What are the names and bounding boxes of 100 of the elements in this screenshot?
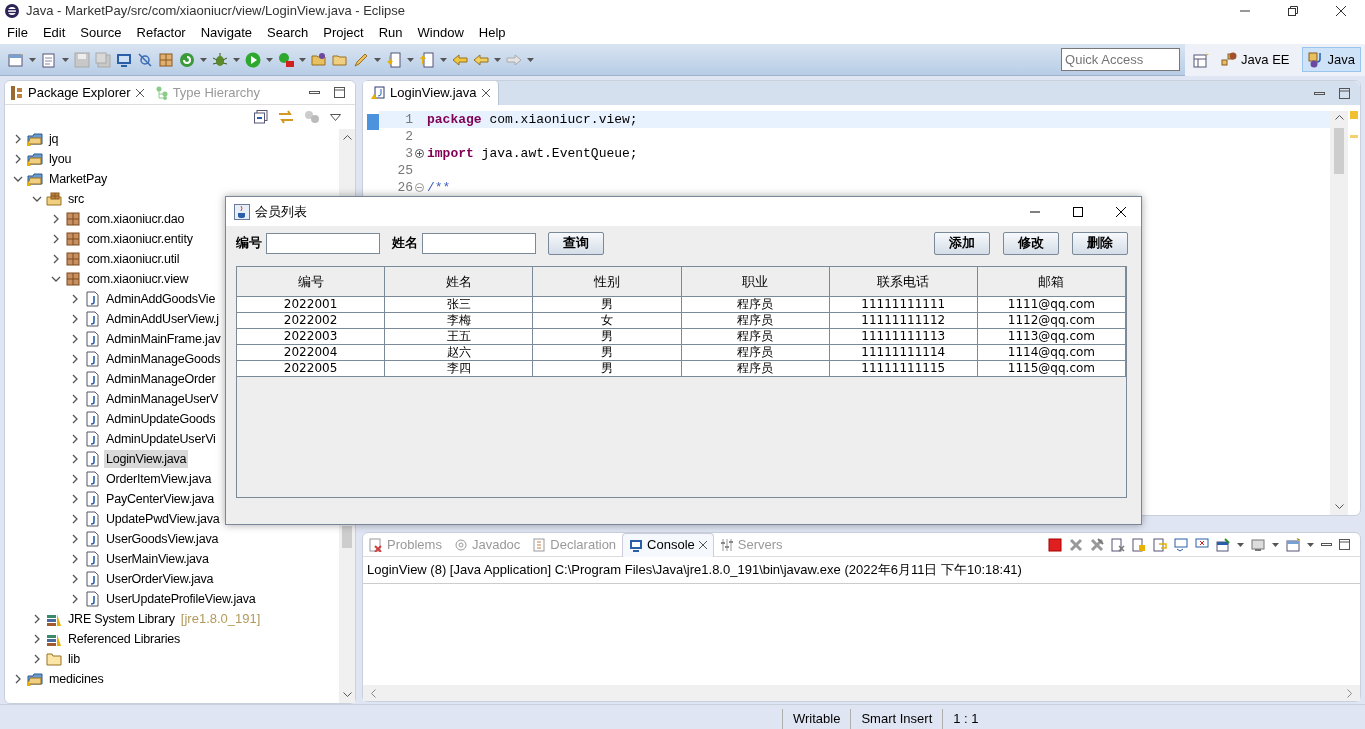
- caret-icon[interactable]: [407, 57, 414, 62]
- expand-icon[interactable]: [70, 474, 80, 484]
- run-icon[interactable]: [245, 51, 261, 68]
- tree-item[interactable]: AdminManageUserV: [104, 389, 221, 409]
- expand-icon[interactable]: [70, 554, 80, 564]
- caret-icon[interactable]: [266, 57, 273, 62]
- expand-icon[interactable]: [70, 434, 80, 444]
- expand-icon[interactable]: [70, 394, 80, 404]
- expand-icon[interactable]: [32, 654, 42, 664]
- scroll-up-icon[interactable]: [342, 135, 352, 140]
- column-header[interactable]: 姓名: [385, 267, 534, 297]
- monitor-icon[interactable]: [116, 51, 132, 68]
- tree-item[interactable]: MarketPay: [47, 169, 109, 189]
- input-field[interactable]: [422, 232, 536, 254]
- terminate-icon[interactable]: [1048, 537, 1062, 552]
- menu-item[interactable]: File: [0, 23, 36, 43]
- caret-icon[interactable]: [1307, 542, 1314, 547]
- caret-icon[interactable]: [299, 57, 306, 62]
- tree-item[interactable]: UserMainView.java: [104, 549, 211, 569]
- caret-icon[interactable]: [233, 57, 240, 62]
- open-perspective-icon[interactable]: [1193, 51, 1210, 68]
- scroll-thumb[interactable]: [342, 526, 352, 548]
- close-icon[interactable]: [698, 541, 707, 549]
- column-header[interactable]: 编号: [237, 267, 386, 297]
- caret-icon[interactable]: [494, 57, 501, 62]
- scroll-down-icon[interactable]: [1334, 504, 1344, 509]
- expand-icon[interactable]: [13, 134, 23, 144]
- tree-item[interactable]: AdminAddUserView.j: [104, 309, 221, 329]
- expand-icon[interactable]: [70, 534, 80, 544]
- tree-item[interactable]: AdminManageOrder: [104, 369, 218, 389]
- tree-item[interactable]: Referenced Libraries: [66, 629, 183, 649]
- caret-icon[interactable]: [1272, 542, 1279, 547]
- menu-item[interactable]: Project: [316, 23, 372, 43]
- pin-icon[interactable]: [1216, 537, 1230, 552]
- caret-icon[interactable]: [200, 57, 207, 62]
- scrollbar[interactable]: [1330, 111, 1348, 515]
- remove-all-icon[interactable]: [1090, 537, 1104, 552]
- expand-icon[interactable]: [70, 494, 80, 504]
- tree-item[interactable]: com.xiaoniucr.dao: [85, 209, 187, 229]
- menu-item[interactable]: Refactor: [129, 23, 194, 43]
- menu-item[interactable]: Edit: [35, 23, 74, 43]
- tree-item[interactable]: medicines: [47, 669, 106, 689]
- action-button[interactable]: 删除: [1072, 231, 1128, 255]
- expand-icon[interactable]: [70, 294, 80, 304]
- expand-icon[interactable]: [70, 374, 80, 384]
- editor-tab[interactable]: LoginView.java: [363, 81, 499, 105]
- menu-item[interactable]: Run: [371, 23, 411, 43]
- tree-item[interactable]: PayCenterView.java: [104, 489, 217, 509]
- collapse-icon[interactable]: [51, 274, 61, 284]
- tree-item[interactable]: src: [66, 189, 87, 209]
- expand-icon[interactable]: [70, 334, 80, 344]
- maximize-icon[interactable]: [334, 87, 345, 98]
- tree-item[interactable]: com.xiaoniucr.view: [85, 269, 191, 289]
- expand-icon[interactable]: [70, 574, 80, 584]
- caret-icon[interactable]: [29, 57, 36, 62]
- input-field[interactable]: [266, 232, 380, 254]
- tree-item[interactable]: JRE System Library: [66, 609, 177, 629]
- tree-item[interactable]: AdminAddGoodsVie: [104, 289, 218, 309]
- tree-item[interactable]: jq: [47, 129, 61, 149]
- next-annotation-icon[interactable]: [386, 51, 402, 68]
- collapse-fold-icon[interactable]: [415, 182, 424, 192]
- caret-icon[interactable]: [1237, 542, 1244, 547]
- maximize-icon[interactable]: [1073, 206, 1083, 217]
- scroll-left-icon[interactable]: [371, 688, 376, 698]
- action-button[interactable]: 添加: [934, 231, 990, 255]
- perspective-button[interactable]: Java EE: [1215, 46, 1296, 73]
- menu-item[interactable]: Navigate: [193, 23, 260, 43]
- tree-item[interactable]: UpdatePwdView.java: [104, 509, 222, 529]
- scroll-thumb[interactable]: [1334, 128, 1344, 174]
- open-folder-icon[interactable]: [311, 51, 327, 68]
- caret-icon[interactable]: [374, 57, 381, 62]
- new-console-icon[interactable]: [1286, 537, 1300, 552]
- expand-icon[interactable]: [32, 614, 42, 624]
- tree-item[interactable]: lib: [66, 649, 82, 669]
- menu-item[interactable]: Search: [260, 23, 317, 43]
- scroll-up-icon[interactable]: [1334, 115, 1344, 120]
- refresh-icon[interactable]: [179, 51, 195, 68]
- menu-item[interactable]: Window: [410, 23, 472, 43]
- tree-item[interactable]: AdminManageGoods: [104, 349, 223, 369]
- expand-icon[interactable]: [51, 234, 61, 244]
- tree-item[interactable]: AdminMainFrame.jav: [104, 329, 223, 349]
- action-button[interactable]: 修改: [1003, 231, 1059, 255]
- scrollbar[interactable]: [363, 685, 1360, 701]
- scroll-right-icon[interactable]: [1347, 688, 1352, 698]
- new-file-icon[interactable]: [41, 51, 57, 68]
- perspective-button[interactable]: Java: [1301, 46, 1361, 73]
- skip-breakpoint-icon[interactable]: [137, 51, 153, 68]
- clear-console-icon[interactable]: [1111, 537, 1125, 552]
- expand-icon[interactable]: [70, 414, 80, 424]
- menu-item[interactable]: Source: [73, 23, 130, 43]
- collapse-icon[interactable]: [13, 174, 23, 184]
- menu-item[interactable]: Help: [471, 23, 514, 43]
- expand-icon[interactable]: [51, 254, 61, 264]
- tree-item[interactable]: com.xiaoniucr.util: [85, 249, 182, 269]
- show-console-icon[interactable]: [1174, 537, 1188, 552]
- view-tab[interactable]: Package Explorer: [5, 80, 150, 105]
- tree-item[interactable]: AdminUpdateGoods: [104, 409, 218, 429]
- tree-item[interactable]: lyou: [47, 149, 74, 169]
- tree-item[interactable]: UserGoodsView.java: [104, 529, 221, 549]
- previous-annotation-icon[interactable]: [419, 51, 435, 68]
